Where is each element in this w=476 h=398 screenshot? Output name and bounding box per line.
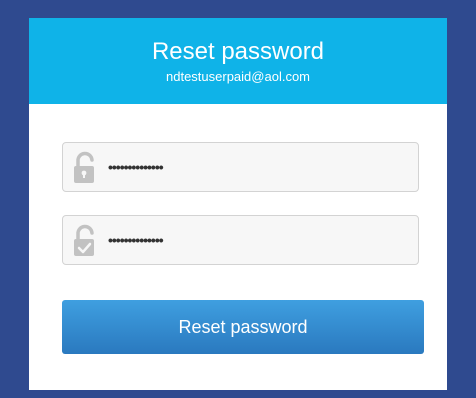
reset-password-panel: Reset password ndtestuserpaid@aol.com ••… [29, 18, 447, 390]
account-email: ndtestuserpaid@aol.com [166, 69, 310, 84]
confirm-password-value: •••••••••••••• [108, 232, 164, 248]
new-password-field[interactable]: •••••••••••••• [62, 142, 419, 192]
reset-password-button[interactable]: Reset password [62, 300, 424, 354]
lock-check-icon [71, 224, 101, 258]
confirm-password-field[interactable]: •••••••••••••• [62, 215, 419, 265]
panel-header: Reset password ndtestuserpaid@aol.com [29, 18, 447, 104]
new-password-value: •••••••••••••• [108, 159, 164, 175]
lock-open-icon [71, 151, 101, 185]
page-title: Reset password [151, 38, 325, 65]
